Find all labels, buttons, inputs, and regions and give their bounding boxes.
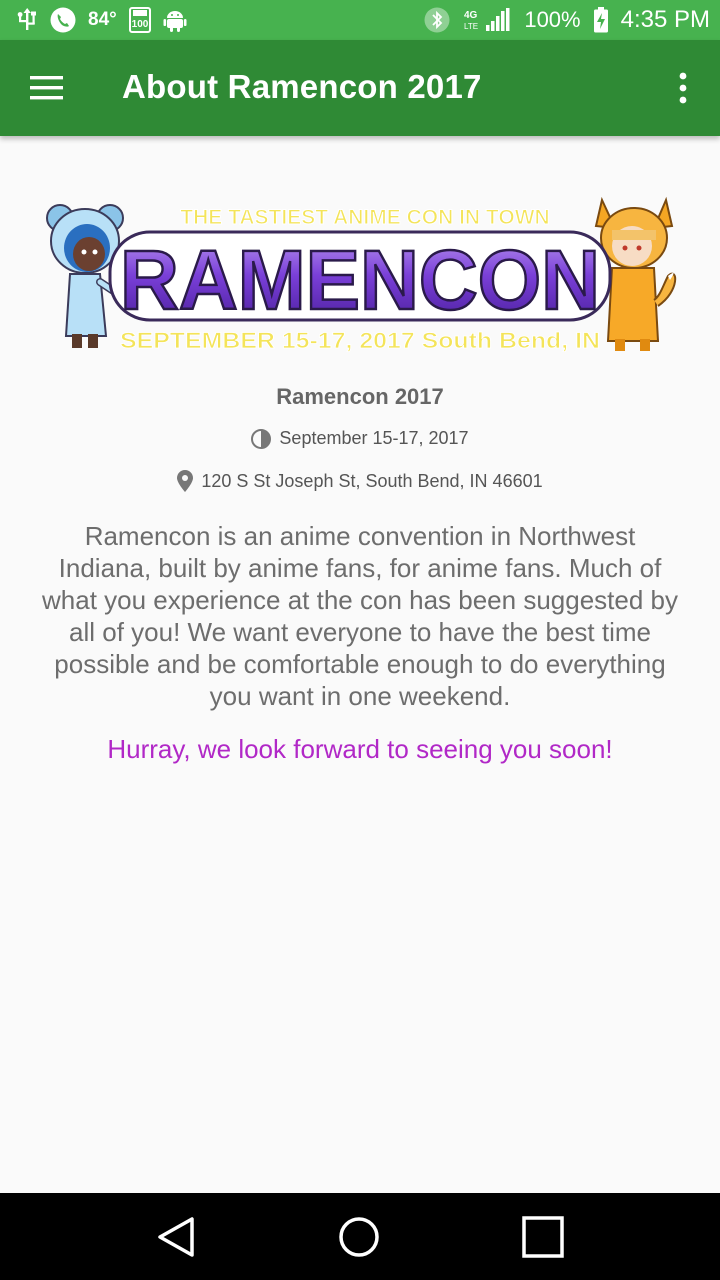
event-name: Ramencon 2017 <box>276 384 444 409</box>
banner-tagline: THE TASTIEST ANIME CON IN TOWN <box>180 206 549 229</box>
clock-icon <box>251 428 272 449</box>
page-title: About Ramencon 2017 <box>122 68 482 105</box>
svg-text:4G: 4G <box>464 10 478 21</box>
ramencon-logo: RAMENCON <box>108 230 612 328</box>
android-icon <box>163 8 187 32</box>
event-address: 120 S St Joseph St, South Bend, IN 46601 <box>201 470 543 491</box>
svg-text:100: 100 <box>131 19 148 30</box>
closing-message: Hurray, we look forward to seeing you so… <box>107 734 613 764</box>
status-bar-left: 84° 100 <box>16 7 187 33</box>
svg-text:LTE: LTE <box>464 22 478 31</box>
battery-charging-icon <box>593 7 609 33</box>
event-date-row: September 15-17, 2017 <box>0 428 720 449</box>
usb-icon <box>16 8 38 32</box>
ramencon-banner-image: THE TASTIEST ANIME CON IN TOWN RAMENCON … <box>40 196 680 376</box>
app-bar: About Ramencon 2017 <box>0 40 720 136</box>
status-bar-right: 4G LTE 100% 4:35 PM <box>424 6 710 34</box>
hamburger-menu-icon[interactable] <box>30 74 64 102</box>
banner-dates: SEPTEMBER 15-17, 2017 South Bend, IN <box>120 328 600 353</box>
signal-icon: 4G LTE <box>462 7 512 33</box>
bluetooth-icon <box>424 7 450 33</box>
battery-percent: 100% <box>524 7 581 32</box>
home-icon[interactable] <box>335 1213 383 1261</box>
clock-time: 4:35 PM <box>620 6 710 33</box>
event-description: Ramencon is an anime convention in North… <box>42 521 678 711</box>
system-navigation-bar <box>0 1193 720 1280</box>
logo-text: RAMENCON <box>120 233 600 327</box>
event-address-row[interactable]: 120 S St Joseph St, South Bend, IN 46601 <box>0 470 720 492</box>
back-icon[interactable] <box>152 1213 200 1261</box>
recents-icon[interactable] <box>519 1213 567 1261</box>
event-dates: September 15-17, 2017 <box>279 428 469 448</box>
more-vert-icon[interactable] <box>670 70 696 106</box>
status-bar: 84° 100 4G LTE 100% 4:35 PM <box>0 0 720 40</box>
temperature-text: 84° <box>88 9 117 30</box>
location-pin-icon <box>177 470 194 492</box>
storage-icon: 100 <box>128 7 151 33</box>
phone-call-icon <box>50 7 76 33</box>
